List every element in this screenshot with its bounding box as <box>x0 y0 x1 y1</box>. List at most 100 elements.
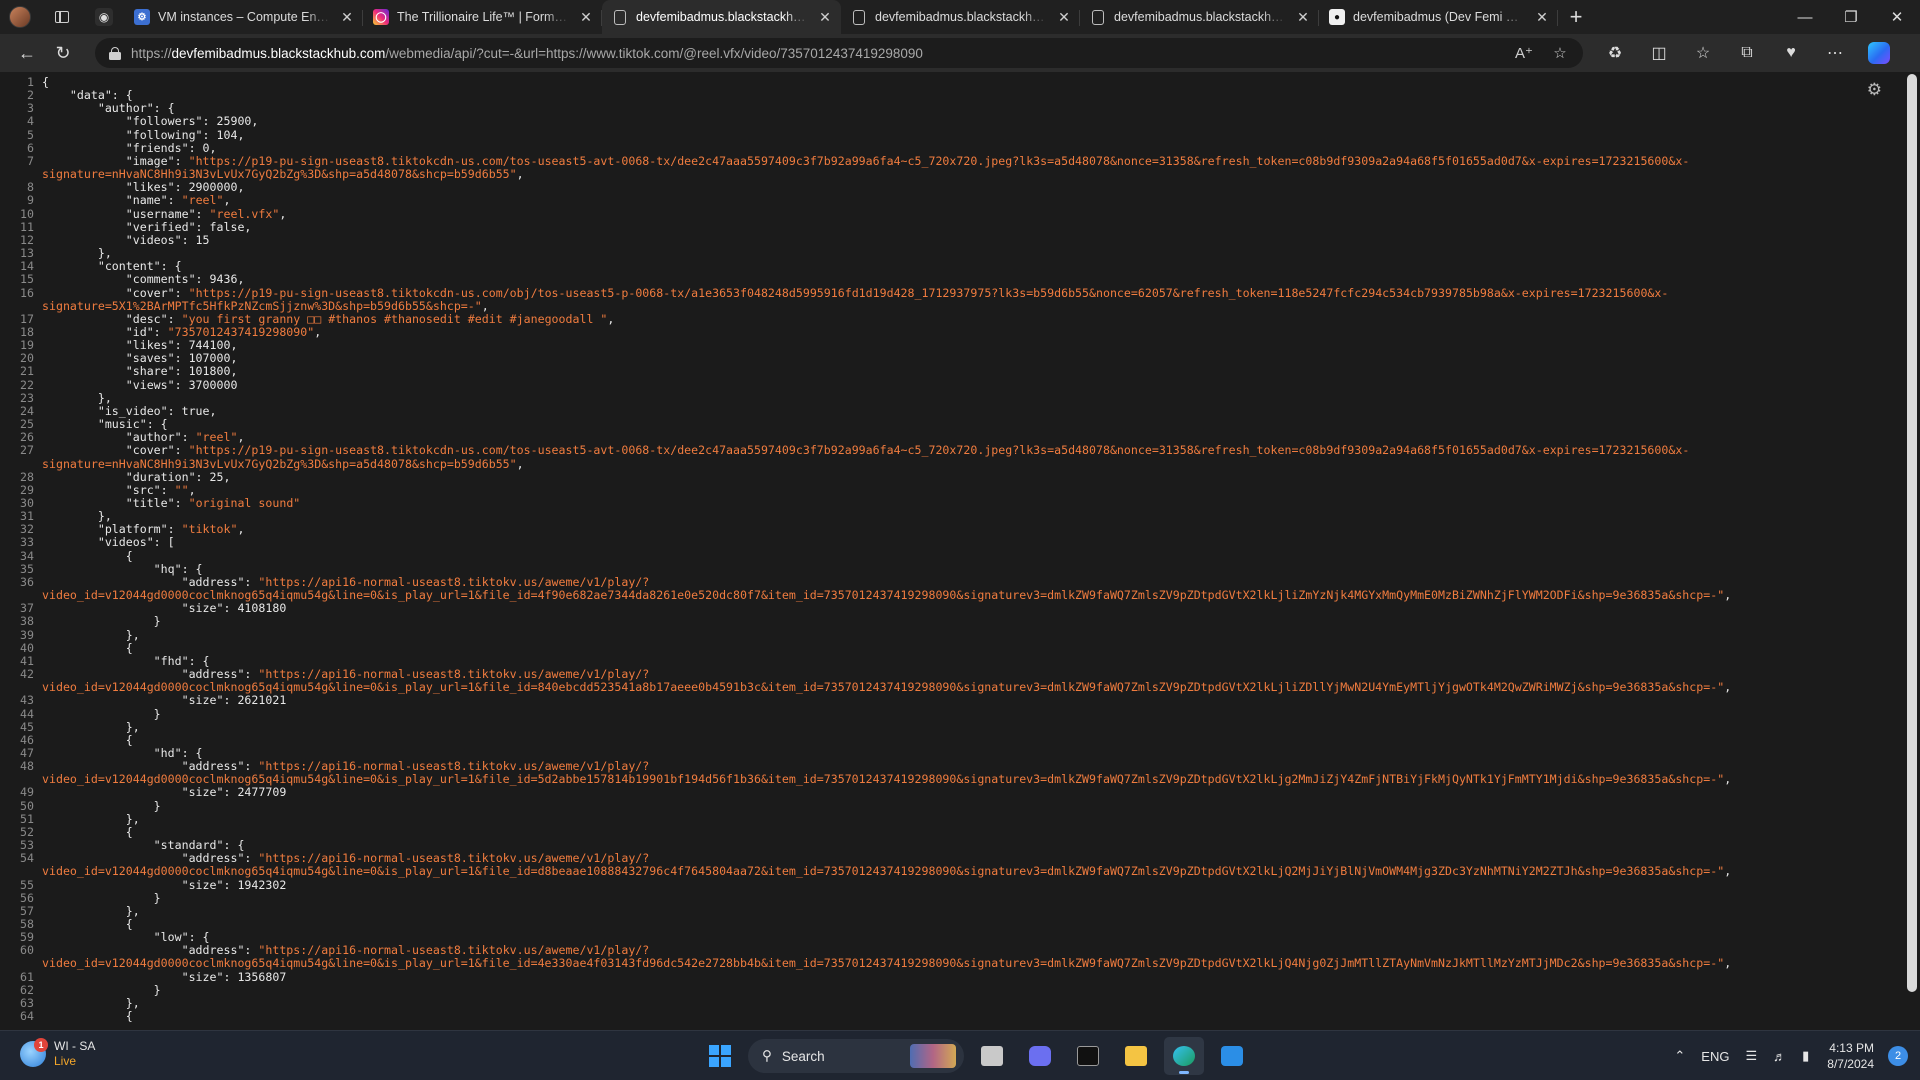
refresh-button[interactable]: ↻ <box>45 37 81 69</box>
json-token: }, <box>42 627 140 642</box>
chat-button[interactable] <box>1020 1037 1060 1075</box>
close-icon[interactable]: ✕ <box>1056 9 1072 25</box>
json-token: "cover": <box>42 443 189 458</box>
tab-active-api[interactable]: devfemibadmus.blackstackhub.c ✕ <box>602 0 841 34</box>
close-icon[interactable]: ✕ <box>339 9 355 25</box>
json-token: "videos": [ <box>42 535 175 550</box>
more-menu-icon[interactable]: ⋯ <box>1813 37 1857 69</box>
code-line: 4 "followers": 25900, <box>0 115 1904 128</box>
clock[interactable]: 4:13 PM 8/7/2024 <box>1817 1040 1884 1072</box>
line-number: 49 <box>20 785 34 800</box>
json-token: "title": <box>42 496 189 510</box>
start-button[interactable] <box>700 1037 740 1075</box>
profile-button[interactable] <box>0 0 40 34</box>
tab-title: devfemibadmus (Dev Femi Badm <box>1353 10 1526 24</box>
address-bar[interactable]: https://devfemibadmus.blackstackhub.com/… <box>95 38 1583 68</box>
close-icon[interactable]: ✕ <box>1295 9 1311 25</box>
task-view-button[interactable] <box>972 1037 1012 1075</box>
settings-gear-icon[interactable]: ⚙ <box>1867 80 1882 100</box>
json-string: "tiktok" <box>181 522 238 537</box>
code-line: 30 "title": "original sound" <box>0 496 1904 510</box>
code-line: 56 } <box>0 891 1904 905</box>
json-string: "https://api16-normal-useast8.tiktokv.us… <box>258 759 650 774</box>
line-number: 7 <box>27 153 34 168</box>
restore-button[interactable]: ❐ <box>1828 0 1874 34</box>
tab-title: devfemibadmus.blackstackhub.c <box>636 10 809 24</box>
collections-icon[interactable]: ⧉ <box>1725 37 1769 69</box>
file-explorer-button[interactable] <box>1116 1037 1156 1075</box>
code-line: 57 }, <box>0 904 1904 918</box>
close-icon[interactable]: ✕ <box>1534 9 1550 25</box>
line-text: { <box>42 1010 133 1023</box>
taskbar: 1 WI - SA Live ⚲ Search ⌃ ENG ☰ ♬ ▮ 4:13… <box>0 1030 1920 1080</box>
workspaces-button[interactable] <box>40 0 84 34</box>
line-number: 5 <box>27 127 34 142</box>
github-icon: ● <box>1329 9 1345 25</box>
json-string: "you first granny □□ #thanos #thanosedit… <box>181 311 608 326</box>
vertical-scrollbar[interactable] <box>1904 72 1920 1030</box>
line-text: video_id=v12044gd0000coclmknog65q4iqmu54… <box>42 589 1731 602</box>
taskbar-search[interactable]: ⚲ Search <box>748 1039 964 1073</box>
code-line: 12 "videos": 15 <box>0 233 1904 247</box>
line-number: 10 <box>20 206 34 221</box>
tab-github[interactable]: ● devfemibadmus (Dev Femi Badm ✕ <box>1319 0 1558 34</box>
json-string: "original sound" <box>188 496 301 510</box>
line-number <box>0 957 42 970</box>
scrollbar-thumb[interactable] <box>1907 74 1917 992</box>
url-text[interactable]: https://devfemibadmus.blackstackhub.com/… <box>131 46 1501 61</box>
lock-icon[interactable] <box>109 46 121 60</box>
minimize-button[interactable]: — <box>1782 0 1828 34</box>
tab-vm-instances[interactable]: ⚙ VM instances – Compute Engine ✕ <box>124 0 363 34</box>
weather-widget[interactable]: 1 WI - SA Live <box>20 1038 95 1069</box>
read-aloud-icon[interactable]: A⁺ <box>1511 44 1537 62</box>
chevron-up-icon[interactable]: ⌃ <box>1666 1048 1693 1064</box>
close-icon[interactable]: ✕ <box>817 9 833 25</box>
json-punctuation: , <box>481 298 489 313</box>
json-token: }, <box>42 509 112 524</box>
url-protocol: https:// <box>131 45 172 61</box>
close-icon[interactable]: ✕ <box>578 9 594 25</box>
tab-api-3[interactable]: devfemibadmus.blackstackhub.c ✕ <box>1080 0 1319 34</box>
search-label: Search <box>781 1048 825 1064</box>
line-text: video_id=v12044gd0000coclmknog65q4iqmu54… <box>42 773 1731 786</box>
tab-title: devfemibadmus.blackstackhub.c <box>875 10 1048 24</box>
edge-button[interactable] <box>1164 1037 1204 1075</box>
new-tab-button[interactable]: + <box>1558 0 1594 34</box>
vscode-button[interactable] <box>1212 1037 1252 1075</box>
line-number: 45 <box>20 719 34 734</box>
terminal-button[interactable] <box>1068 1037 1108 1075</box>
json-punctuation: , <box>516 167 524 182</box>
line-number: 64 <box>20 1009 34 1024</box>
pinned-tab[interactable]: ◉ <box>84 0 124 34</box>
json-punctuation: , <box>188 482 196 497</box>
battery-icon[interactable]: ▮ <box>1794 1048 1817 1064</box>
json-token: }, <box>42 995 140 1010</box>
code-line: 40 { <box>0 641 1904 655</box>
json-string: video_id=v12044gd0000coclmknog65q4iqmu54… <box>42 772 1725 787</box>
code-line: 28 "duration": 25, <box>0 469 1904 484</box>
wifi-icon[interactable]: ☰ <box>1737 1048 1765 1064</box>
browser-essentials-icon[interactable]: ♥ <box>1769 37 1813 69</box>
line-number: 15 <box>20 272 34 287</box>
split-screen-icon[interactable]: ◫ <box>1637 37 1681 69</box>
notification-badge[interactable]: 2 <box>1888 1046 1908 1066</box>
language-indicator[interactable]: ENG <box>1693 1049 1737 1064</box>
line-number: 3 <box>27 101 34 116</box>
volume-icon[interactable]: ♬ <box>1765 1049 1794 1064</box>
json-token: "following": 104, <box>42 127 245 142</box>
favorites-icon[interactable]: ☆ <box>1681 37 1725 69</box>
extensions-icon[interactable]: ♻ <box>1593 37 1637 69</box>
tab-instagram[interactable]: ◯ The Trillionaire Life™ | Former Pr ✕ <box>363 0 602 34</box>
json-token: "duration": 25, <box>42 469 231 484</box>
code-line: 23 }, <box>0 391 1904 405</box>
json-token: "size": 2477709 <box>42 785 287 800</box>
json-token: } <box>42 798 161 813</box>
copilot-button[interactable] <box>1857 37 1901 69</box>
back-button[interactable]: ← <box>9 37 45 69</box>
json-string: "https://api16-normal-useast8.tiktokv.us… <box>258 943 650 958</box>
tab-api-2[interactable]: devfemibadmus.blackstackhub.c ✕ <box>841 0 1080 34</box>
favorite-star-icon[interactable]: ☆ <box>1547 44 1573 62</box>
code-line: 14 "content": { <box>0 260 1904 273</box>
close-window-button[interactable]: ✕ <box>1874 0 1920 34</box>
json-token: }, <box>42 719 140 734</box>
